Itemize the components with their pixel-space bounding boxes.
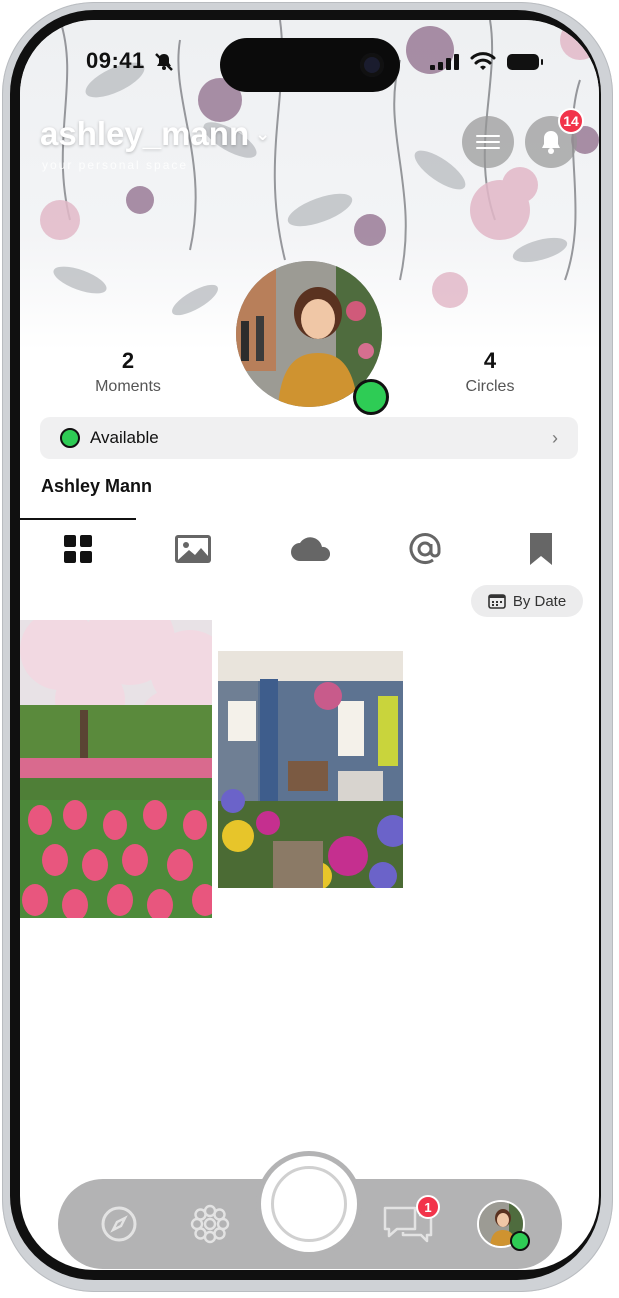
tab-mentions[interactable] [395, 526, 455, 572]
moments-label: Moments [95, 378, 161, 395]
online-status-dot [353, 379, 389, 415]
explore-button[interactable] [98, 1179, 140, 1269]
chevron-right-icon: › [552, 428, 558, 448]
menu-button[interactable] [462, 116, 514, 168]
messages-count-badge: 1 [416, 1195, 440, 1219]
messages-button[interactable] [378, 1179, 438, 1269]
chevron-down-icon: ⌄ [255, 123, 271, 144]
available-status-icon [60, 428, 80, 448]
silent-mode-icon [154, 52, 174, 77]
bookmark-icon [530, 533, 552, 565]
username-label: ashley_mann [40, 115, 250, 152]
circles-label: Circles [465, 378, 515, 395]
full-name: Ashley Mann [41, 476, 153, 496]
status-time: 09:41 [86, 48, 145, 73]
tab-photos[interactable] [163, 526, 223, 572]
availability-label: Available [90, 428, 159, 447]
tab-cloud[interactable] [280, 526, 340, 572]
circles-button[interactable] [188, 1179, 232, 1269]
hamburger-icon [476, 135, 500, 149]
cellular-signal-icon [430, 54, 460, 75]
moments-stat[interactable]: 2 Moments [58, 348, 198, 396]
at-icon [409, 533, 441, 564]
grid-icon [64, 535, 92, 563]
cloud-icon [291, 537, 330, 561]
circles-count: 4 [483, 348, 497, 373]
moment-tile-tulips[interactable] [20, 620, 212, 918]
availability-selector[interactable]: Available › [40, 417, 578, 459]
moments-count: 2 [121, 348, 135, 373]
capture-button[interactable] [261, 1156, 357, 1252]
wifi-icon [470, 52, 496, 77]
profile-tab-button[interactable] [476, 1179, 526, 1269]
sort-by-date-button[interactable]: By Date [471, 585, 583, 617]
compass-icon [101, 1206, 137, 1242]
header-subtitle: your personal space [42, 158, 189, 172]
tab-grid[interactable] [48, 526, 108, 572]
camera-icon [360, 53, 384, 77]
active-tab-indicator [20, 518, 136, 520]
circles-stat[interactable]: 4 Circles [420, 348, 560, 396]
tab-saved[interactable] [511, 526, 571, 572]
sort-label: By Date [512, 592, 567, 610]
battery-icon [507, 54, 543, 70]
username-switcher[interactable]: ashley_mann ⌄ [40, 115, 270, 153]
image-icon [175, 535, 211, 563]
bell-icon [542, 131, 560, 154]
content-tabs [20, 526, 599, 572]
dynamic-island [220, 38, 400, 92]
moment-tile-porch[interactable] [218, 651, 403, 888]
dock-online-dot [510, 1231, 530, 1251]
calendar-icon [488, 594, 506, 609]
notification-count-badge: 14 [558, 108, 584, 134]
flower-icon [190, 1204, 230, 1244]
screen: 09:41 ashley_mann ⌄ your personal space … [20, 20, 599, 1270]
